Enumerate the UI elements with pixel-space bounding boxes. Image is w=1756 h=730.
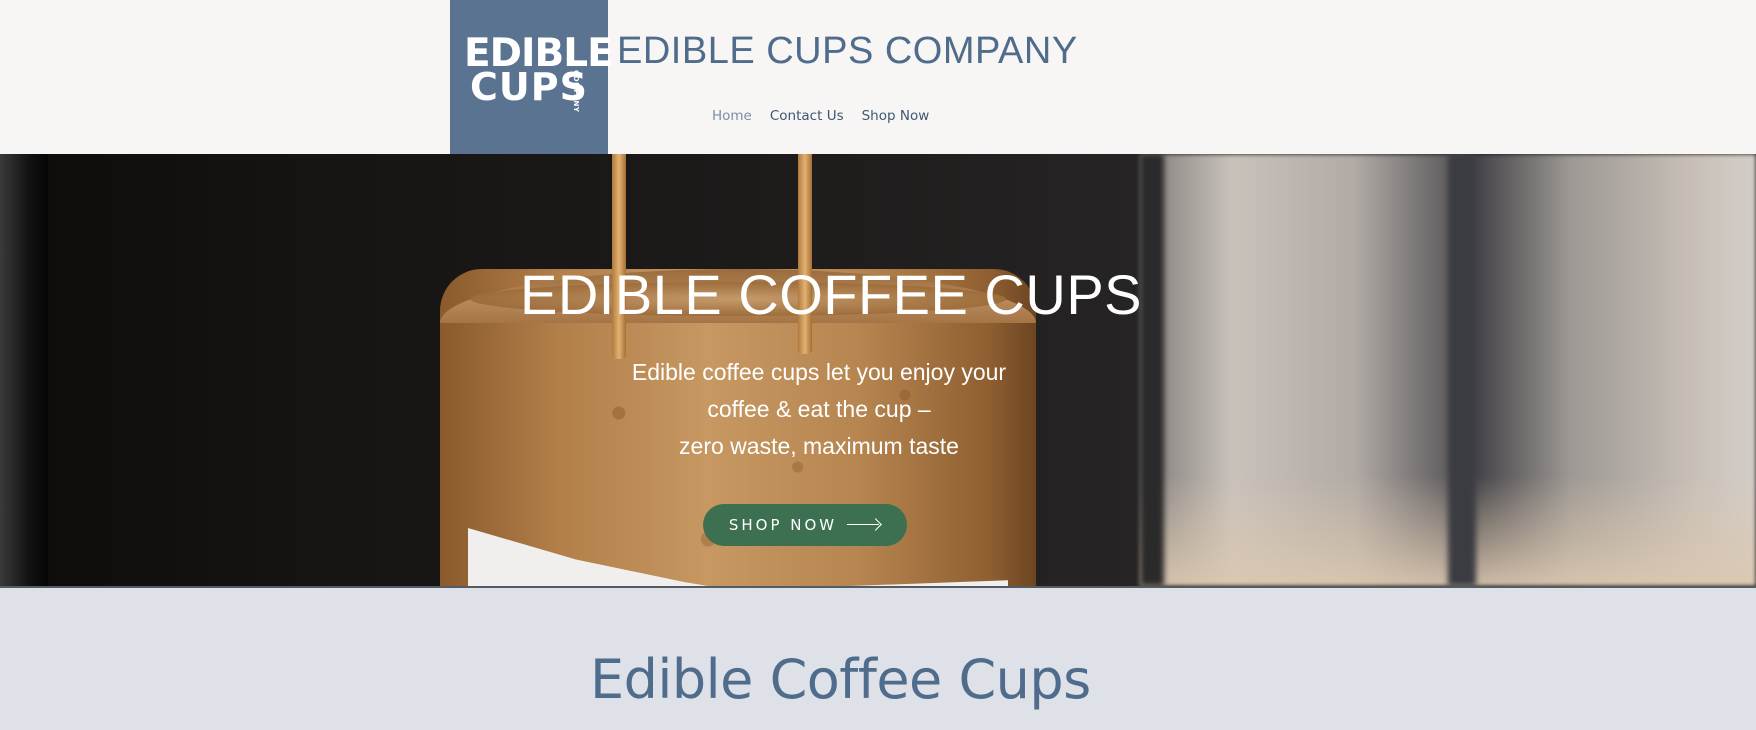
window-frame: [1140, 154, 1164, 586]
hero-subtitle-line: zero waste, maximum taste: [679, 433, 959, 459]
hero-subtitle: Edible coffee cups let you enjoy your co…: [560, 354, 1078, 465]
main-nav: Home Contact Us Shop Now: [712, 108, 929, 124]
hero-banner: EDIBLE COFFEE CUPS Edible coffee cups le…: [0, 154, 1756, 586]
nav-item-contact-us[interactable]: Contact Us: [770, 108, 844, 124]
logo-text-company: COMPANY: [572, 70, 580, 113]
section-title: Edible Coffee Cups: [590, 648, 1091, 711]
coffee-machine-edge: [0, 154, 48, 586]
hero-title: EDIBLE COFFEE CUPS: [520, 263, 1143, 326]
shop-now-button-label: SHOP NOW: [728, 516, 838, 534]
window-frame: [1448, 154, 1476, 586]
logo-text-cups: CUPS: [470, 65, 588, 109]
hero-subtitle-line: coffee & eat the cup –: [707, 396, 931, 422]
arrow-right-icon: [847, 520, 881, 530]
site-header: EDIBLE CUPS COMPANY EDIBLE CUPS COMPANY …: [0, 0, 1756, 154]
hero-subtitle-line: Edible coffee cups let you enjoy your: [631, 359, 1007, 385]
nav-item-shop-now[interactable]: Shop Now: [862, 108, 930, 124]
logo[interactable]: EDIBLE CUPS COMPANY: [450, 0, 614, 154]
company-title[interactable]: EDIBLE CUPS COMPANY: [617, 30, 1078, 73]
coffee-stream: [612, 154, 626, 359]
nav-item-home[interactable]: Home: [712, 108, 752, 124]
products-section: Edible Coffee Cups: [0, 588, 1756, 730]
shop-now-button[interactable]: SHOP NOW: [703, 504, 907, 546]
